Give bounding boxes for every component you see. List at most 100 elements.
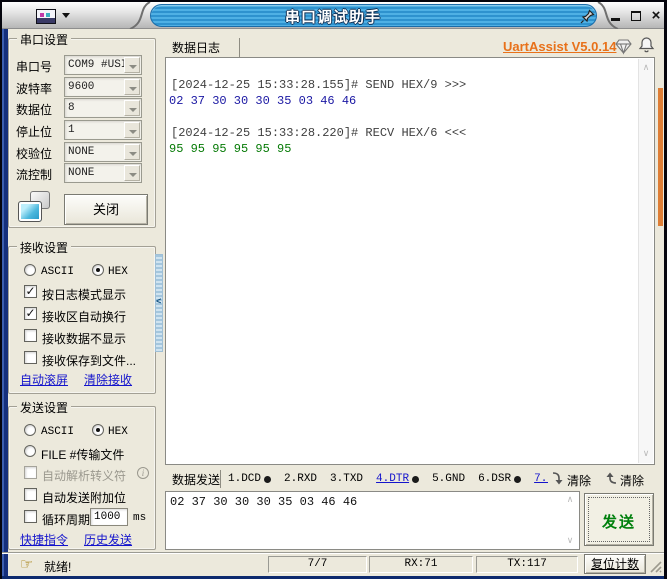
log-scrollbar[interactable]: ∧ ∨ [638, 59, 653, 463]
maximize-button[interactable] [628, 8, 644, 24]
cycle-checkbox[interactable] [24, 510, 37, 523]
statusbar-divider [2, 552, 664, 554]
save-to-file-checkbox[interactable] [24, 351, 37, 364]
chevron-down-icon [129, 108, 137, 112]
tab-data-send[interactable]: 数据发送 [172, 471, 220, 488]
titlebar[interactable]: 串口调试助手 × [2, 2, 664, 29]
send-button[interactable]: 发送 [584, 493, 654, 546]
stopbits-combo[interactable]: 1 [64, 120, 142, 140]
chevron-down-icon [129, 65, 137, 69]
send-file-radio[interactable] [24, 445, 36, 457]
info-icon[interactable]: i [137, 467, 149, 479]
pin-ri[interactable]: 7.RI [534, 473, 548, 485]
port-combo-button[interactable] [124, 57, 140, 73]
uartassist-window: 串口调试助手 × 串口设置 串口号 COM9 #USI 波特率 9600 数据位… [0, 0, 667, 579]
log-entry-header: [2024-12-25 15:33:28.220]# RECV HEX/6 <<… [171, 126, 467, 140]
auto-escape-checkbox [24, 466, 37, 479]
stopbits-value: 1 [68, 124, 75, 136]
resize-grip[interactable] [648, 559, 663, 574]
recv-ascii-label[interactable]: ASCII [41, 266, 74, 278]
right-edge-panel-handle[interactable] [658, 88, 663, 226]
close-window-button[interactable]: × [648, 8, 664, 24]
reset-count-button[interactable]: 复位计数 [584, 554, 646, 574]
data-log-area[interactable]: [2024-12-25 15:33:28.155]# SEND HEX/9 >>… [165, 57, 655, 465]
stopbits-combo-button[interactable] [124, 122, 140, 138]
baud-combo-button[interactable] [124, 79, 140, 95]
minimize-button[interactable] [608, 8, 624, 24]
save-to-file-label[interactable]: 接收保存到文件... [42, 352, 136, 369]
status-tx-count: TX:117 [476, 556, 578, 573]
scroll-down-icon[interactable]: ∨ [639, 449, 653, 459]
databits-label: 数据位 [16, 103, 53, 117]
send-hex-radio[interactable] [92, 424, 104, 436]
auto-append-checkbox[interactable] [24, 488, 37, 501]
send-hex-label[interactable]: HEX [108, 426, 128, 438]
recv-hex-radio[interactable] [92, 264, 104, 276]
databits-combo[interactable]: 8 [64, 98, 142, 118]
auto-append-label[interactable]: 自动发送附加位 [42, 489, 126, 506]
close-port-button[interactable]: 关闭 [64, 194, 148, 225]
parity-combo[interactable]: NONE [64, 142, 142, 162]
pin-dsr: 6.DSR [478, 473, 522, 485]
clear-recv-button[interactable]: 清除 [620, 472, 644, 489]
baud-label: 波特率 [16, 82, 53, 96]
recv-hex-label[interactable]: HEX [108, 266, 128, 278]
bell-icon[interactable] [638, 36, 655, 54]
send-ascii-label[interactable]: ASCII [41, 426, 74, 438]
history-send-link[interactable]: 历史发送 [84, 531, 132, 548]
port-combo[interactable]: COM9 #USI [64, 55, 142, 75]
parity-label: 校验位 [16, 147, 53, 161]
window-title: 串口调试助手 [284, 9, 381, 26]
status-frame-count: 7/7 [268, 556, 367, 573]
parity-combo-button[interactable] [124, 144, 140, 160]
pin-rxd: 2.RXD [284, 473, 318, 485]
cycle-label[interactable]: 循环周期 [42, 511, 90, 528]
log-mode-checkbox[interactable]: ✓ [24, 285, 37, 298]
port-state-icon [18, 201, 42, 222]
auto-scroll-link[interactable]: 自动滚屏 [20, 371, 68, 388]
cycle-unit-label: ms [133, 512, 147, 524]
databits-combo-button[interactable] [124, 100, 140, 116]
send-ascii-radio[interactable] [24, 424, 36, 436]
diamond-icon[interactable] [615, 39, 632, 55]
log-mode-label[interactable]: 按日志模式显示 [42, 286, 126, 303]
auto-wrap-checkbox[interactable]: ✓ [24, 307, 37, 320]
scroll-up-icon[interactable]: ∧ [564, 495, 576, 505]
parity-value: NONE [68, 146, 95, 158]
serial-pin-indicators: 1.DCD 2.RXD 3.TXD 4.DTR 5.GND 6.DSR 7.RI [228, 471, 548, 487]
flowctrl-combo-button[interactable] [124, 165, 140, 181]
serial-settings-title: 串口设置 [17, 31, 72, 48]
hide-recv-checkbox[interactable] [24, 329, 37, 342]
flowctrl-label: 流控制 [16, 168, 53, 182]
pin-dot-icon [264, 475, 272, 483]
baud-combo[interactable]: 9600 [64, 77, 142, 97]
log-entry-header: [2024-12-25 15:33:28.155]# SEND HEX/9 >>… [171, 78, 467, 92]
clear-send-button[interactable]: 清除 [567, 472, 591, 489]
cycle-period-input[interactable] [90, 508, 128, 526]
receive-settings-title: 接收设置 [17, 239, 72, 256]
chevron-left-icon: < [156, 297, 162, 307]
tab-data-log[interactable]: 数据日志 [172, 39, 220, 56]
auto-wrap-label[interactable]: 接收区自动换行 [42, 308, 126, 325]
clear-receive-link[interactable]: 清除接收 [84, 371, 132, 388]
clear-send-arrow-icon[interactable] [551, 470, 565, 486]
scroll-up-icon[interactable]: ∧ [639, 63, 653, 73]
send-data-input[interactable]: 02 37 30 30 30 35 03 46 46 [166, 492, 579, 549]
version-link[interactable]: UartAssist V5.0.14 [503, 39, 616, 54]
recv-ascii-radio[interactable] [24, 264, 36, 276]
send-data-field-wrap: 02 37 30 30 30 35 03 46 46 ∧ ∨ [165, 491, 580, 550]
auto-escape-label: 自动解析转义符 [42, 469, 127, 483]
shortcut-commands-link[interactable]: 快捷指令 [20, 531, 68, 548]
pin-gnd: 5.GND [432, 473, 466, 485]
status-rx-count: RX:71 [369, 556, 473, 573]
panel-collapse-splitter[interactable]: < [155, 254, 163, 352]
port-label: 串口号 [16, 60, 53, 74]
hide-recv-label[interactable]: 接收数据不显示 [42, 330, 126, 347]
pin-dtr[interactable]: 4.DTR [376, 473, 420, 485]
log-entry-recv-data: 95 95 95 95 95 95 [169, 142, 292, 156]
scroll-down-icon[interactable]: ∨ [564, 536, 576, 546]
clear-recv-arrow-icon[interactable] [604, 470, 618, 486]
send-file-label[interactable]: FILE #传输文件 [41, 446, 124, 463]
flowctrl-combo[interactable]: NONE [64, 163, 142, 183]
pin-icon[interactable] [580, 8, 596, 24]
